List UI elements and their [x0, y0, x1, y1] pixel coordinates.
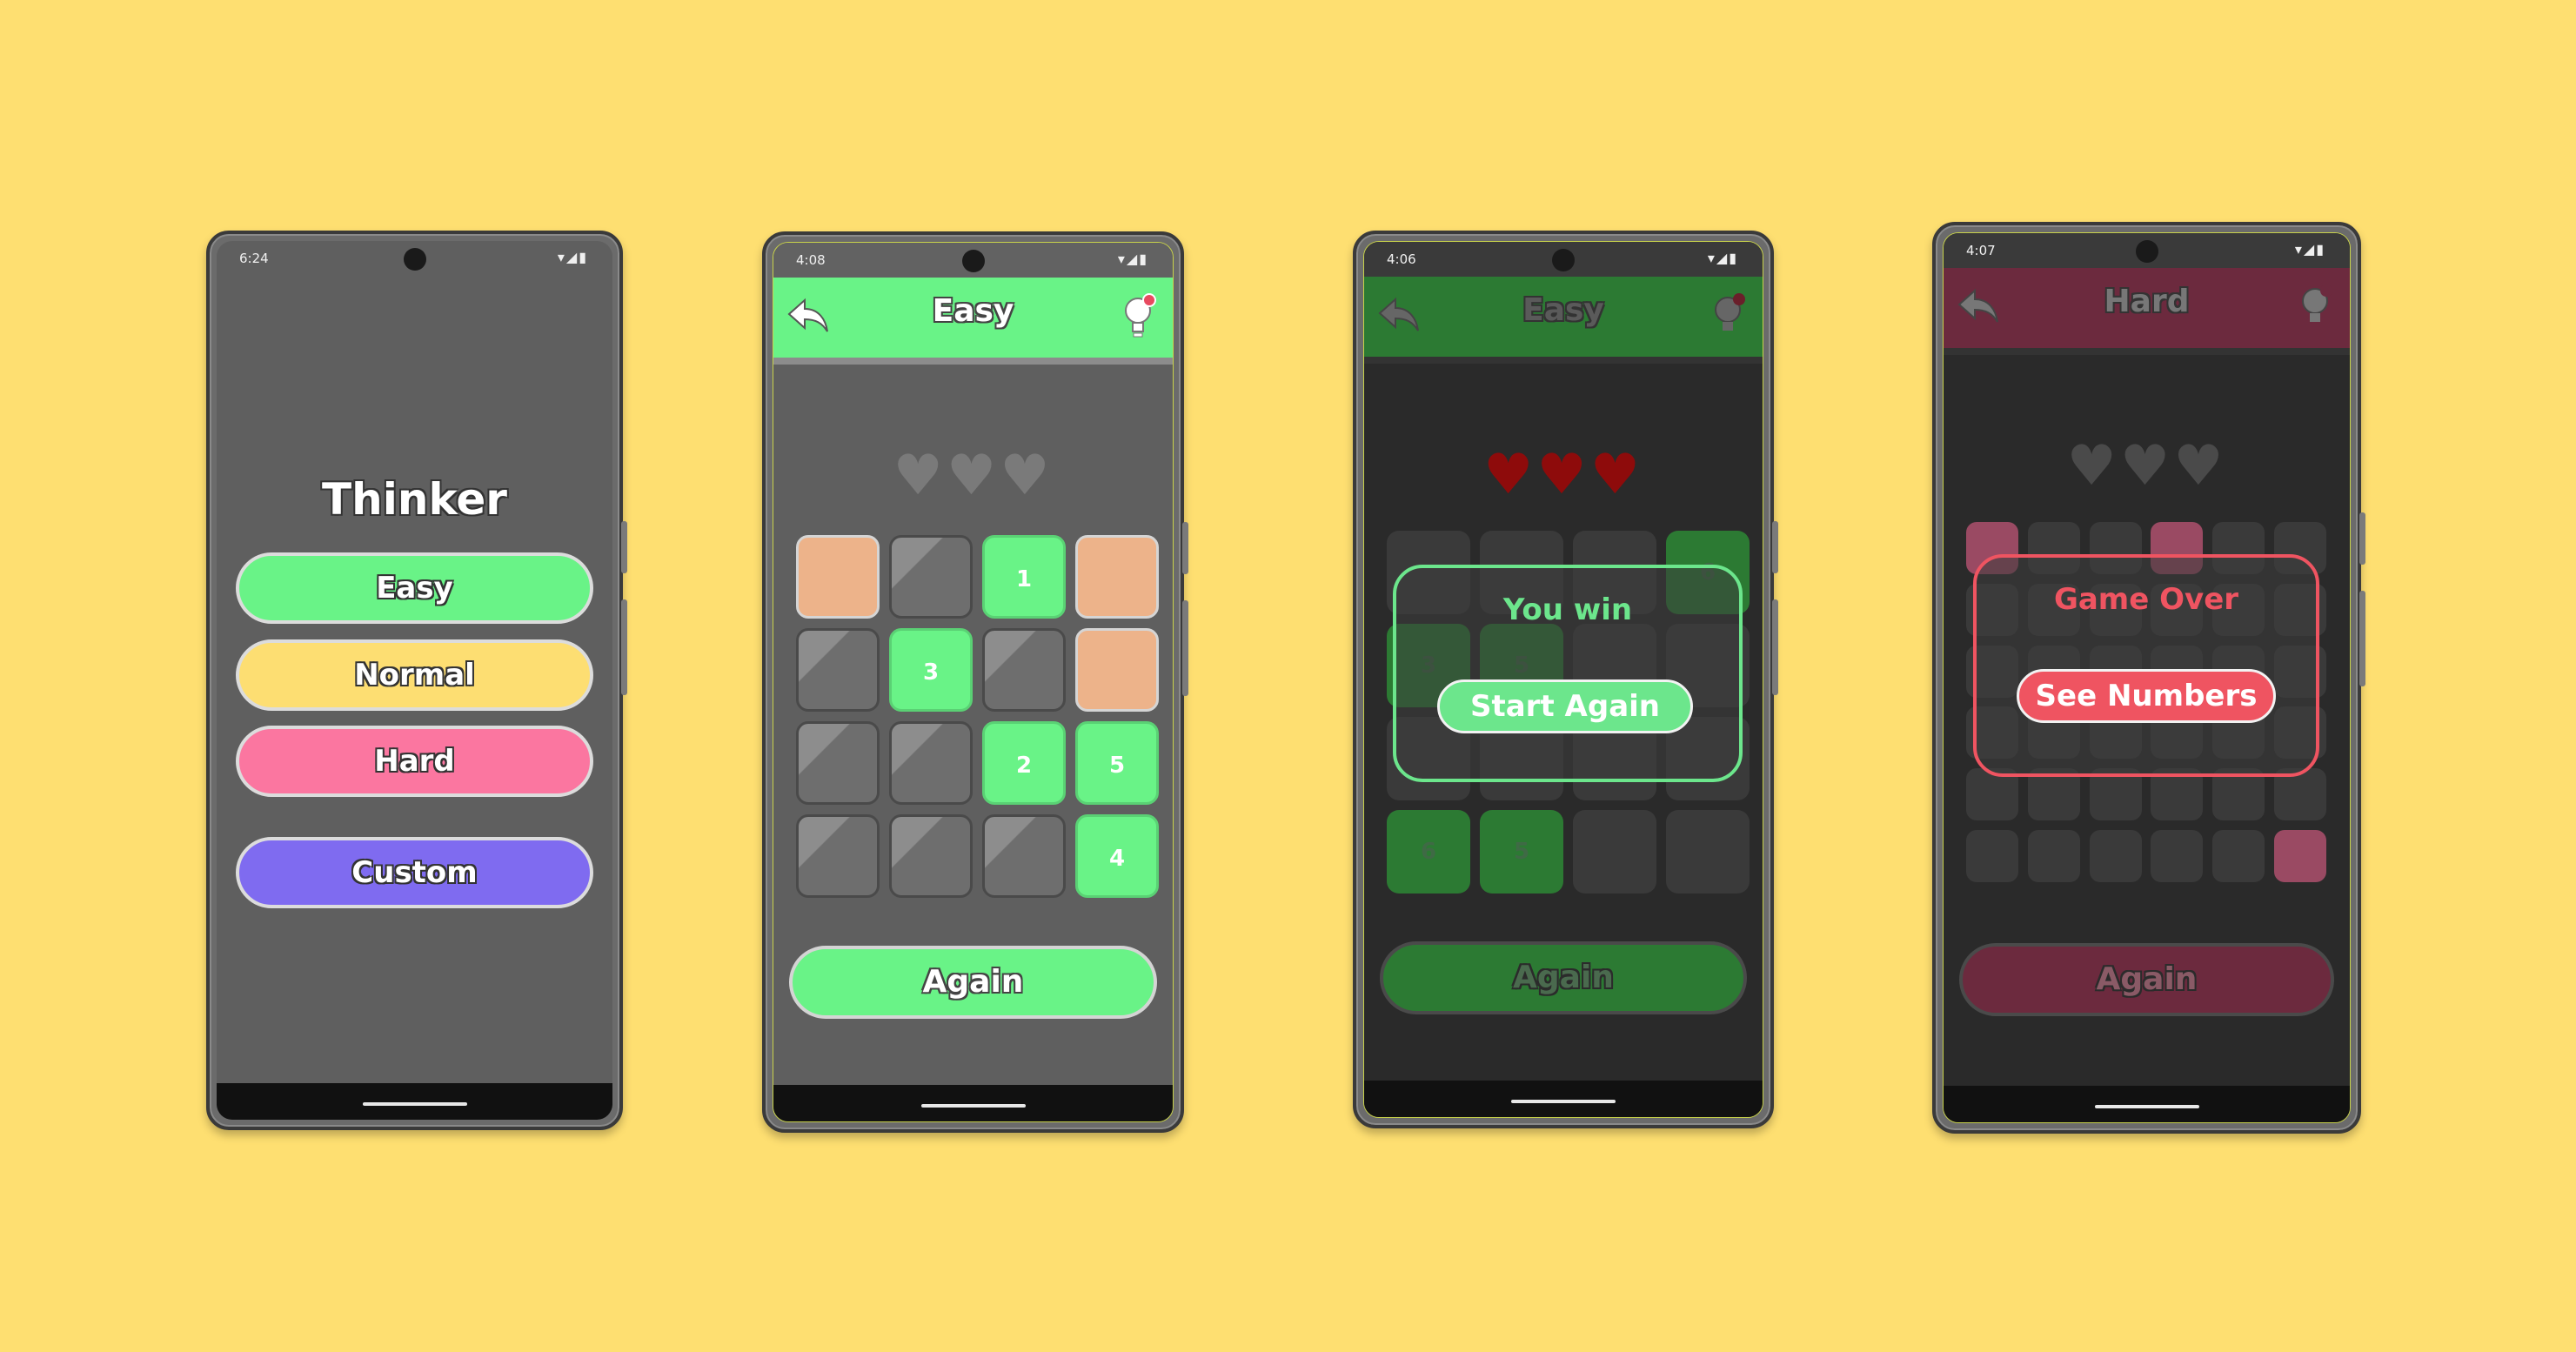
tile-number[interactable]: 4	[1075, 814, 1159, 898]
status-icons: ▾◢▮	[1707, 250, 1738, 266]
tile	[2151, 830, 2204, 882]
lives-hearts: ♥♥♥	[773, 448, 1173, 504]
tile-hidden[interactable]	[796, 721, 880, 805]
home-indicator[interactable]	[2094, 1105, 2199, 1108]
tile-revealed[interactable]	[796, 535, 880, 619]
phone-game-over-screen: 4:07 ▾◢▮ Hard ♥♥♥ Again Game Over See Nu…	[1932, 222, 2365, 1134]
heart-icon: ♥	[1482, 443, 1537, 507]
win-screen: 4:06 ▾◢▮ Easy ♥♥♥ 6 3 5	[1363, 241, 1763, 1118]
heart-icon: ♥	[2173, 434, 2227, 499]
home-indicator[interactable]	[1511, 1100, 1616, 1103]
tile-number[interactable]: 2	[982, 721, 1066, 805]
tile-hidden[interactable]	[796, 628, 880, 712]
custom-button[interactable]: Custom	[236, 837, 593, 908]
game-over-screen: 4:07 ▾◢▮ Hard ♥♥♥ Again Game Over See Nu…	[1943, 232, 2351, 1123]
tile	[1966, 830, 2018, 882]
menu-screen: 6:24 ▾◢▮ Thinker Easy Normal Hard Custom	[217, 241, 612, 1120]
status-icons: ▾◢▮	[2294, 241, 2325, 258]
see-numbers-button[interactable]: See Numbers	[2017, 669, 2276, 723]
tile-hidden[interactable]	[889, 535, 973, 619]
top-bar-shadow	[1944, 348, 2350, 355]
tile-hidden[interactable]	[796, 814, 880, 898]
game-over-title: Game Over	[2053, 582, 2239, 617]
heart-icon: ♥	[2066, 434, 2120, 499]
tile-revealed[interactable]	[1075, 628, 1159, 712]
win-dialog: You win Start Again	[1393, 565, 1743, 782]
camera-icon	[2135, 240, 2158, 263]
tile	[2089, 830, 2142, 882]
navigation-bar	[217, 1083, 612, 1120]
normal-button[interactable]: Normal	[236, 639, 593, 711]
home-indicator[interactable]	[920, 1104, 1026, 1108]
navigation-bar	[1944, 1086, 2350, 1122]
tile	[1666, 810, 1750, 894]
hint-bulb-icon[interactable]	[1710, 291, 1749, 339]
tile	[1573, 810, 1656, 894]
status-time: 6:24	[239, 251, 269, 266]
again-button[interactable]: Again	[789, 946, 1157, 1019]
heart-icon: ♥	[946, 444, 1000, 508]
phone-easy-game: 4:08 ▾◢▮ Easy ♥♥♥ 13254 Again	[762, 231, 1188, 1133]
hard-button[interactable]: Hard	[236, 726, 593, 797]
easy-game-screen: 4:08 ▾◢▮ Easy ♥♥♥ 13254 Again	[773, 242, 1174, 1122]
tile-number[interactable]: 1	[982, 535, 1066, 619]
level-title: Hard	[2104, 284, 2190, 319]
top-bar: Hard	[1944, 268, 2350, 348]
phone-menu-screen: 6:24 ▾◢▮ Thinker Easy Normal Hard Custom	[206, 231, 627, 1130]
tile-hidden[interactable]	[982, 814, 1066, 898]
win-dialog-title: You win	[1502, 592, 1633, 627]
tile-hidden[interactable]	[982, 628, 1066, 712]
level-title: Easy	[932, 293, 1014, 329]
again-button: Again	[1380, 941, 1747, 1014]
heart-icon: ♥	[1589, 443, 1644, 507]
heart-icon: ♥	[1000, 444, 1054, 508]
lives-hearts: ♥♥♥	[1364, 447, 1763, 503]
tile-number[interactable]: 5	[1075, 721, 1159, 805]
hint-bulb-icon[interactable]	[2298, 282, 2336, 331]
tile	[2027, 830, 2080, 882]
heart-icon: ♥	[2119, 434, 2174, 499]
start-again-button[interactable]: Start Again	[1437, 679, 1693, 733]
home-indicator[interactable]	[362, 1102, 467, 1106]
game-over-dialog: Game Over See Numbers	[1973, 554, 2319, 777]
top-bar-shadow	[1364, 357, 1763, 364]
tile-number: 5	[1480, 810, 1563, 894]
hint-bulb-icon[interactable]	[1121, 291, 1159, 340]
tile	[2212, 830, 2265, 882]
phone-win-screen: 4:06 ▾◢▮ Easy ♥♥♥ 6 3 5	[1353, 231, 1778, 1128]
top-bar: Easy	[1364, 277, 1763, 357]
navigation-bar	[773, 1085, 1173, 1121]
status-time: 4:08	[796, 252, 826, 268]
tile-hidden[interactable]	[889, 814, 973, 898]
tile-number[interactable]: 3	[889, 628, 973, 712]
status-icons: ▾◢▮	[1117, 251, 1148, 267]
status-time: 4:06	[1387, 251, 1416, 267]
camera-icon	[961, 250, 985, 272]
level-title: Easy	[1522, 292, 1604, 328]
tile-hidden[interactable]	[889, 721, 973, 805]
camera-icon	[1552, 249, 1575, 271]
heart-icon: ♥	[1536, 443, 1590, 507]
again-button: Again	[1959, 943, 2334, 1016]
tile-number: 6	[1387, 810, 1470, 894]
tile	[2274, 830, 2326, 882]
navigation-bar	[1364, 1081, 1763, 1117]
tile-revealed[interactable]	[1075, 535, 1159, 619]
tile-grid: 1325 4	[796, 535, 1160, 899]
top-bar: Easy	[773, 278, 1173, 358]
heart-icon: ♥	[893, 444, 947, 508]
status-time: 4:07	[1966, 243, 1996, 258]
app-title: Thinker	[322, 474, 507, 525]
lives-hearts: ♥♥♥	[1944, 438, 2350, 494]
easy-button[interactable]: Easy	[236, 552, 593, 624]
top-bar-shadow	[773, 358, 1173, 365]
camera-icon	[403, 248, 426, 271]
status-icons: ▾◢▮	[557, 249, 588, 265]
